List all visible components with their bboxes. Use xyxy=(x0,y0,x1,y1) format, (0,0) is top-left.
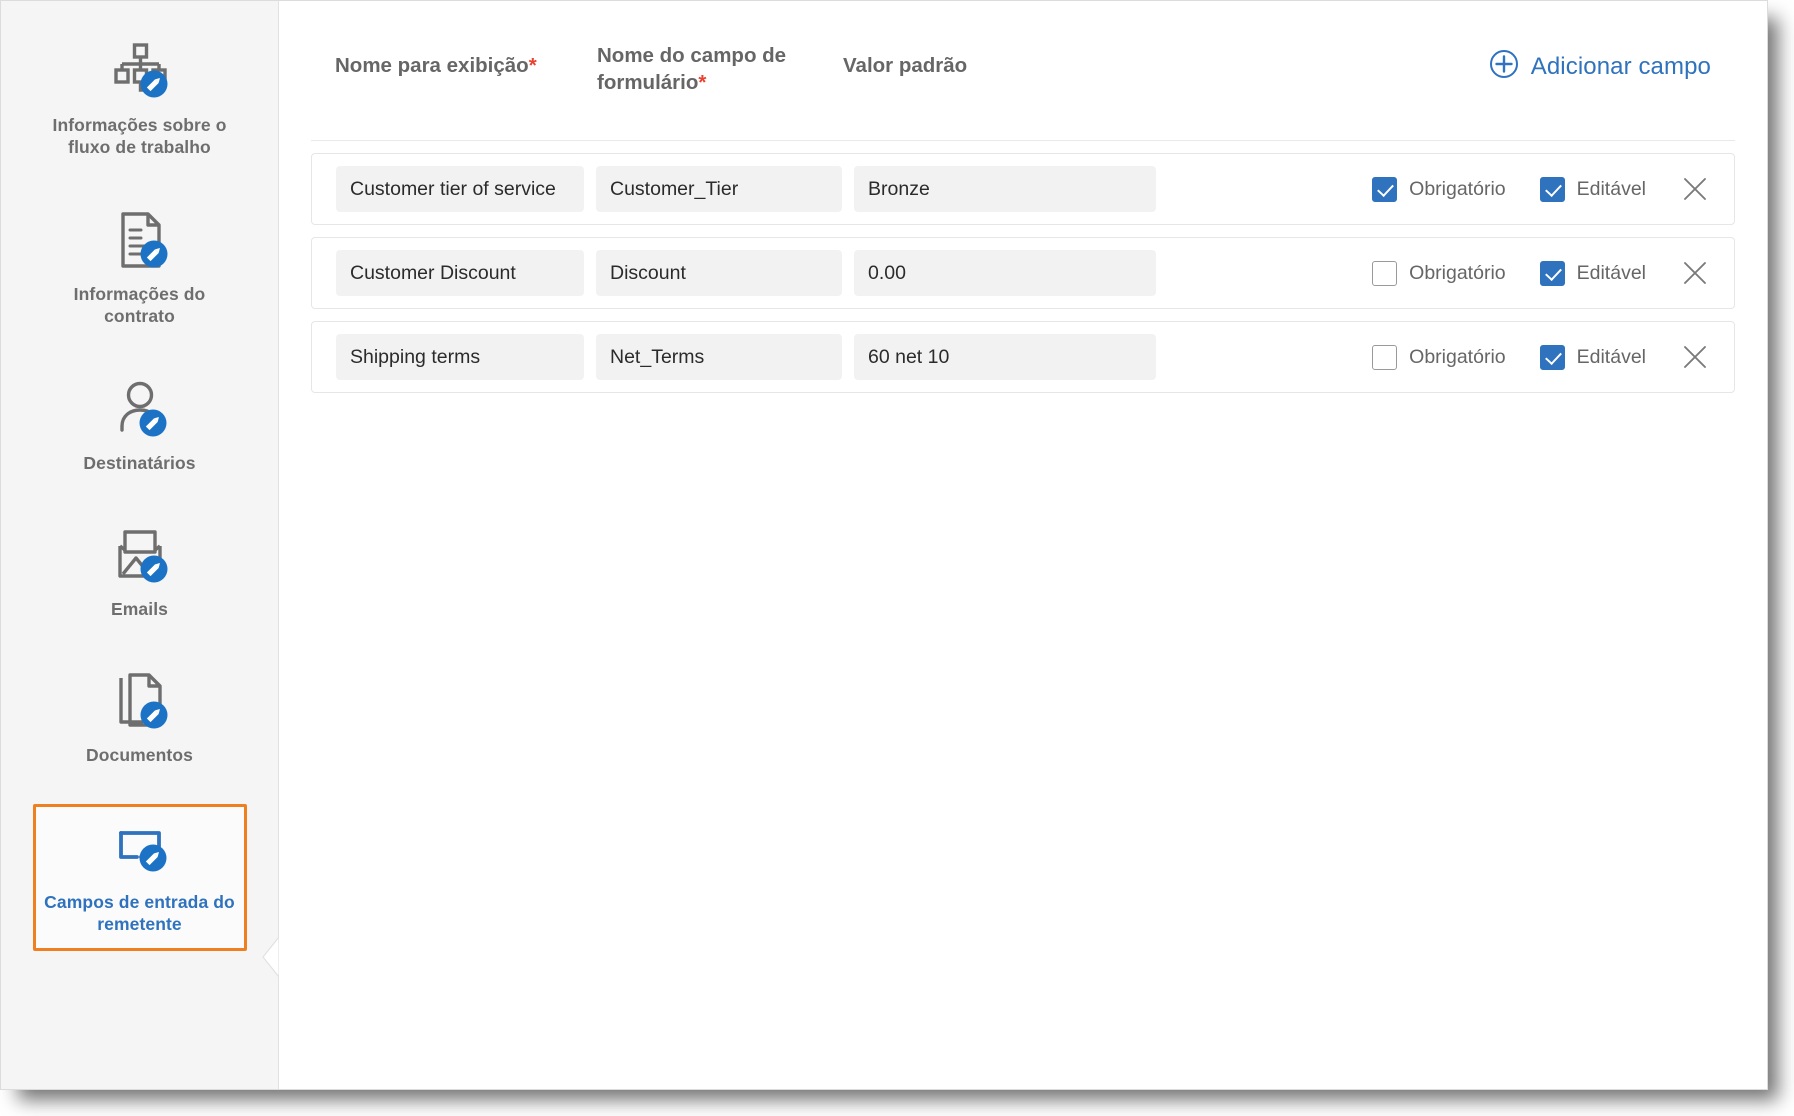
close-x-icon[interactable] xyxy=(1680,174,1710,204)
editable-checkbox[interactable]: Editável xyxy=(1539,344,1646,370)
display-name-input[interactable] xyxy=(336,334,584,380)
add-field-button[interactable]: Adicionar campo xyxy=(1489,1,1711,84)
row-toggles: Obrigatório Editável xyxy=(1372,174,1710,204)
column-header-label: Valor padrão xyxy=(843,54,968,77)
sender-input-fields-panel: Nome para exibição* Nome do campo de for… xyxy=(279,1,1767,1089)
sidebar-item-emails[interactable]: Emails xyxy=(33,511,247,635)
column-header-default-value: Valor padrão xyxy=(843,1,1143,80)
table-row: Obrigatório Editável xyxy=(311,321,1735,393)
default-value-input[interactable] xyxy=(854,166,1156,212)
row-toggles: Obrigatório Editável xyxy=(1372,342,1710,372)
required-checkbox[interactable]: Obrigatório xyxy=(1372,176,1506,202)
sidebar-nav: Informações sobre o fluxo de trabalho In… xyxy=(1,1,280,1089)
column-header-label: Nome do campo de formulário xyxy=(597,44,787,94)
mail-image-edit-icon xyxy=(107,524,173,588)
input-field-edit-icon xyxy=(107,817,173,881)
row-toggles: Obrigatório Editável xyxy=(1372,258,1710,288)
required-asterisk: * xyxy=(528,54,537,77)
plus-circle-icon xyxy=(1489,49,1519,84)
display-name-input[interactable] xyxy=(336,166,584,212)
sidebar-item-sender-input-fields[interactable]: Campos de entrada do remetente xyxy=(32,803,247,951)
sidebar-item-agreement-info[interactable]: Informações do contrato xyxy=(33,196,247,343)
app-window: Informações sobre o fluxo de trabalho In… xyxy=(0,0,1768,1090)
column-header-label: Nome para exibição xyxy=(335,54,529,77)
close-x-icon[interactable] xyxy=(1680,342,1710,372)
checkbox-unchecked-icon[interactable] xyxy=(1372,344,1398,370)
sidebar-item-label: Emails xyxy=(110,598,169,619)
editable-checkbox-label: Editável xyxy=(1576,261,1646,284)
org-chart-edit-icon xyxy=(107,40,173,104)
checkbox-checked-icon[interactable] xyxy=(1539,176,1565,202)
chevron-left-icon[interactable] xyxy=(261,935,280,979)
default-value-input[interactable] xyxy=(854,334,1156,380)
user-edit-icon xyxy=(107,378,173,442)
required-asterisk: * xyxy=(698,70,707,94)
sidebar-item-label: Documentos xyxy=(86,745,193,766)
required-checkbox-label: Obrigatório xyxy=(1409,261,1506,284)
required-checkbox-label: Obrigatório xyxy=(1409,345,1506,368)
documents-edit-icon xyxy=(107,670,173,734)
sidebar-item-recipients[interactable]: Destinatários xyxy=(33,365,247,489)
add-field-label: Adicionar campo xyxy=(1530,52,1711,80)
required-checkbox[interactable]: Obrigatório xyxy=(1372,344,1506,370)
column-header-form-field-name: Nome do campo de formulário* xyxy=(597,1,843,96)
sidebar-item-documents[interactable]: Documentos xyxy=(33,657,247,781)
column-header-display-name: Nome para exibição* xyxy=(335,1,597,80)
close-x-icon[interactable] xyxy=(1680,258,1710,288)
sidebar-item-label: Campos de entrada do remetente xyxy=(44,891,235,935)
checkbox-checked-icon[interactable] xyxy=(1372,176,1398,202)
fields-table-header: Nome para exibição* Nome do campo de for… xyxy=(311,1,1735,141)
sidebar-item-label: Informações do contrato xyxy=(73,283,206,327)
editable-checkbox[interactable]: Editável xyxy=(1539,260,1646,286)
sidebar-item-label: Informações sobre o fluxo de trabalho xyxy=(52,115,227,158)
sidebar-item-workflow-info[interactable]: Informações sobre o fluxo de trabalho xyxy=(33,27,247,174)
document-edit-icon xyxy=(107,209,173,273)
editable-checkbox-label: Editável xyxy=(1576,345,1646,368)
table-row: Obrigatório Editável xyxy=(311,153,1735,225)
default-value-input[interactable] xyxy=(854,250,1156,296)
table-row: Obrigatório Editável xyxy=(311,237,1735,309)
checkbox-checked-icon[interactable] xyxy=(1539,344,1565,370)
required-checkbox-label: Obrigatório xyxy=(1409,177,1506,200)
form-field-name-input[interactable] xyxy=(596,334,842,380)
editable-checkbox-label: Editável xyxy=(1576,177,1646,200)
display-name-input[interactable] xyxy=(336,250,584,296)
checkbox-unchecked-icon[interactable] xyxy=(1372,260,1398,286)
fields-rows-list: Obrigatório Editável xyxy=(311,141,1735,393)
editable-checkbox[interactable]: Editável xyxy=(1539,176,1646,202)
form-field-name-input[interactable] xyxy=(596,250,842,296)
sidebar-item-label: Destinatários xyxy=(83,452,196,473)
required-checkbox[interactable]: Obrigatório xyxy=(1372,260,1506,286)
form-field-name-input[interactable] xyxy=(596,166,842,212)
checkbox-checked-icon[interactable] xyxy=(1539,260,1565,286)
